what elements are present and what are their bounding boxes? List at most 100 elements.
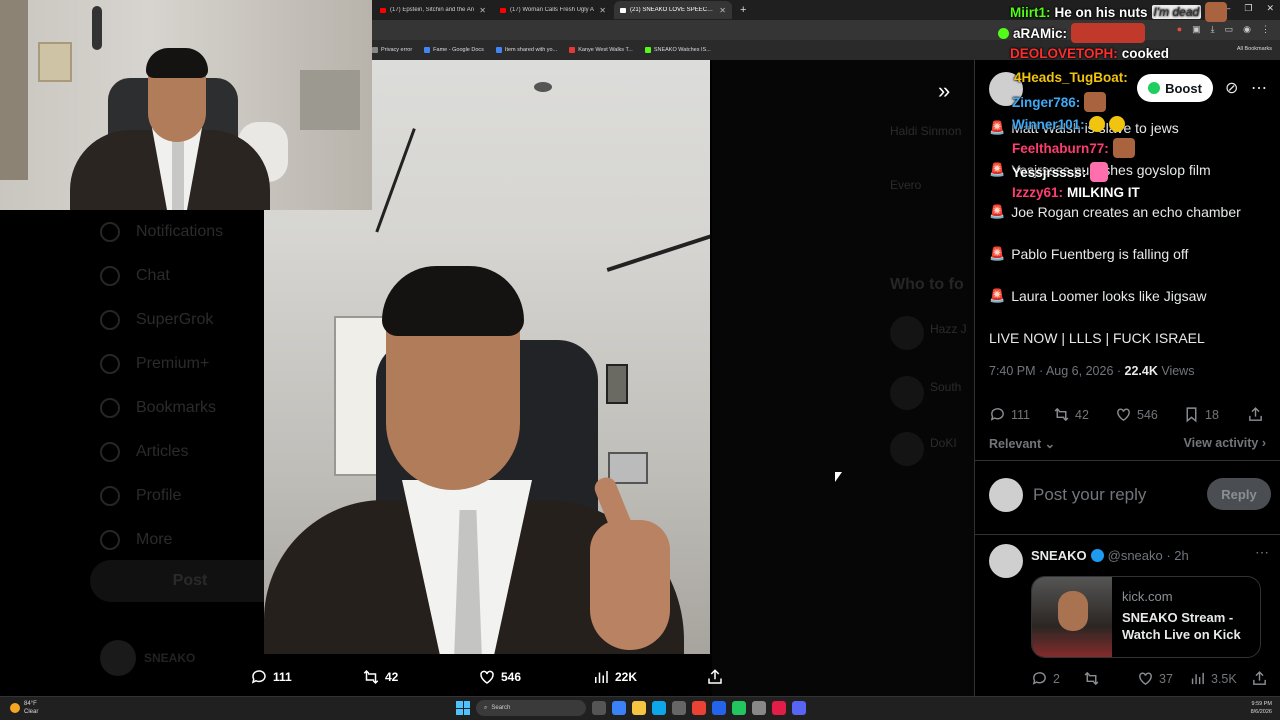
bookmark[interactable]: Fame - Google Docs bbox=[424, 47, 484, 53]
maximize-icon[interactable]: ❐ bbox=[1244, 3, 1252, 14]
xbox-icon[interactable] bbox=[732, 701, 746, 715]
repost-action[interactable] bbox=[1083, 670, 1100, 687]
who-to-follow-heading: Who to fo bbox=[890, 276, 964, 293]
file-explorer-icon[interactable] bbox=[632, 701, 646, 715]
warning-icon bbox=[372, 47, 378, 53]
bookmark[interactable]: Kanye West Walks T... bbox=[569, 47, 633, 53]
suggestion-name: Hazz J bbox=[930, 322, 967, 336]
share-icon bbox=[708, 669, 722, 684]
chrome-icon[interactable] bbox=[692, 701, 706, 715]
badge-icon bbox=[998, 27, 1009, 39]
bookmark[interactable]: Item shared with yo... bbox=[495, 47, 557, 53]
collapse-panel-icon[interactable]: » bbox=[938, 78, 950, 104]
reply-button[interactable]: Reply bbox=[1207, 478, 1271, 510]
like-action[interactable]: 37 bbox=[1137, 670, 1173, 687]
grok-icon bbox=[100, 310, 120, 330]
grok-icon[interactable]: ⊘ bbox=[1225, 78, 1238, 98]
emote bbox=[1084, 92, 1107, 112]
repost-action[interactable]: 42 bbox=[1053, 406, 1089, 423]
edge-icon[interactable] bbox=[652, 701, 666, 715]
trend-label: Haldi Sinmon bbox=[890, 124, 962, 138]
menu-icon[interactable]: ⋮ bbox=[1261, 24, 1270, 35]
siren-icon: 🚨 bbox=[989, 120, 1006, 135]
nav-account[interactable]: SNEAKO bbox=[100, 640, 195, 676]
download-icon[interactable]: ⤓ bbox=[1211, 24, 1215, 35]
media-actions: 111 42 546 22K bbox=[250, 662, 730, 688]
browser-tab-active[interactable]: (21) SNEAKO LOVE SPEECH Co ✕ bbox=[614, 1, 732, 19]
nav-premium[interactable]: Premium+ bbox=[100, 342, 280, 386]
task-view-icon[interactable] bbox=[592, 701, 606, 715]
views-action[interactable]: 3.5K bbox=[1189, 670, 1237, 687]
suggestion-name: South bbox=[930, 380, 962, 394]
bookmark-action[interactable]: 18 bbox=[1183, 406, 1219, 423]
avatar bbox=[890, 376, 924, 410]
nav-profile[interactable]: Profile bbox=[100, 474, 280, 518]
sort-dropdown[interactable]: Relevant ⌄ bbox=[989, 436, 1055, 451]
nav-bookmarks[interactable]: Bookmarks bbox=[100, 386, 280, 430]
windows-start-icon[interactable] bbox=[456, 701, 470, 715]
new-tab-button[interactable]: + bbox=[740, 4, 746, 16]
bookmark-icon bbox=[100, 398, 120, 418]
more-icon[interactable]: ⋯ bbox=[1251, 78, 1267, 98]
reply-input[interactable]: Post your reply bbox=[1033, 485, 1146, 505]
share-action[interactable] bbox=[1251, 670, 1268, 687]
nav-chat[interactable]: Chat bbox=[100, 254, 280, 298]
emote bbox=[1112, 138, 1135, 158]
right-sidebar-dimmed: Haldi Sinmon Evero Who to fo Hazz J Sout… bbox=[712, 60, 974, 696]
browser-tab[interactable]: (17) Epstein, Sitchin and the An ✕ bbox=[374, 1, 492, 19]
close-tab-icon[interactable]: ✕ bbox=[479, 6, 486, 15]
ceiling-light bbox=[534, 82, 552, 92]
views-action[interactable]: 22K bbox=[592, 668, 637, 686]
weather-widget[interactable]: 84°F Clear bbox=[10, 700, 38, 716]
discord-icon[interactable] bbox=[792, 701, 806, 715]
obs-icon[interactable] bbox=[772, 701, 786, 715]
extension-icon[interactable]: ▣ bbox=[1192, 24, 1201, 35]
store-icon[interactable] bbox=[672, 701, 686, 715]
repost-action[interactable]: 42 bbox=[362, 668, 398, 686]
taskbar-search[interactable]: ⌕ Search bbox=[476, 700, 586, 716]
app-icon[interactable] bbox=[752, 701, 766, 715]
close-tab-icon[interactable]: ✕ bbox=[719, 6, 726, 15]
copilot-icon[interactable] bbox=[612, 701, 626, 715]
all-bookmarks[interactable]: All Bookmarks bbox=[1237, 46, 1272, 52]
reply-action[interactable]: 111 bbox=[989, 406, 1030, 423]
person-icon bbox=[100, 486, 120, 506]
avatar[interactable] bbox=[989, 544, 1023, 578]
like-action[interactable]: 546 bbox=[1115, 406, 1158, 423]
close-window-icon[interactable]: ✕ bbox=[1266, 3, 1274, 14]
boost-icon bbox=[1148, 82, 1161, 94]
pip-icon[interactable]: ▭ bbox=[1225, 24, 1234, 35]
close-tab-icon[interactable]: ✕ bbox=[599, 6, 606, 15]
app-icon[interactable] bbox=[712, 701, 726, 715]
profile-icon[interactable]: ◉ bbox=[1243, 24, 1251, 35]
record-icon[interactable]: ● bbox=[1177, 24, 1182, 35]
browser-tab[interactable]: (17) Woman Calls Fresh Ugly A ✕ bbox=[494, 1, 612, 19]
siren-icon: 🚨 bbox=[989, 162, 1006, 177]
chat-message: Feelthaburn77: bbox=[1012, 138, 1135, 158]
bookmark[interactable]: Privacy error bbox=[372, 47, 412, 53]
share-action[interactable] bbox=[706, 668, 724, 686]
boost-button[interactable]: Boost bbox=[1137, 74, 1213, 102]
post-button[interactable]: Post bbox=[90, 560, 290, 602]
bookmark-icon bbox=[1186, 407, 1197, 423]
tweet-line: 🚨 Laura Loomer looks like Jigsaw bbox=[989, 288, 1207, 304]
bookmark[interactable]: SNEAKO Watches IS... bbox=[644, 47, 711, 53]
youtube-icon bbox=[380, 7, 386, 13]
nav-articles[interactable]: Articles bbox=[100, 430, 280, 474]
x-icon bbox=[620, 7, 626, 13]
reply-action[interactable]: 2 bbox=[1031, 670, 1060, 687]
chat-message: Yessjrssss: bbox=[1012, 162, 1109, 182]
tweet-line: 🚨 Pablo Fuentberg is falling off bbox=[989, 246, 1189, 262]
more-icon[interactable]: ⋯ bbox=[1255, 544, 1269, 561]
reply-action[interactable]: 111 bbox=[250, 668, 292, 686]
system-clock[interactable]: 9:59 PM 8/6/2026 bbox=[1251, 700, 1272, 716]
nav-supergrok[interactable]: SuperGrok bbox=[100, 298, 280, 342]
emote bbox=[1090, 162, 1109, 182]
emote bbox=[1088, 116, 1105, 132]
share-action[interactable] bbox=[1247, 406, 1264, 423]
nav-more[interactable]: More bbox=[100, 518, 280, 562]
view-activity-link[interactable]: View activity › bbox=[1184, 436, 1266, 450]
like-action[interactable]: 546 bbox=[478, 668, 521, 686]
link-card[interactable]: kick.com SNEAKO Stream - Watch Live on K… bbox=[1031, 576, 1261, 658]
nav-notifications[interactable]: Notifications bbox=[100, 210, 280, 254]
